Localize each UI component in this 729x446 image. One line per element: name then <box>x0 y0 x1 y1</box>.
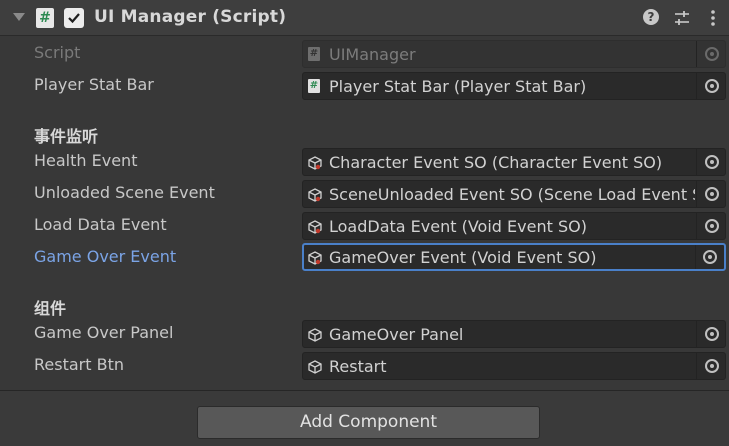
scriptable-object-icon <box>308 187 322 202</box>
target-icon <box>705 219 719 233</box>
fold-arrow-icon[interactable] <box>13 13 25 21</box>
game-over-event-value: GameOver Event (Void Event SO) <box>329 248 597 267</box>
player-stat-bar-label: Player Stat Bar <box>34 75 154 94</box>
object-picker-button <box>696 41 725 67</box>
object-picker-button[interactable] <box>696 321 725 347</box>
checkmark-icon <box>68 13 80 24</box>
unloaded-scene-event-field[interactable]: SceneUnloaded Event SO (Scene Load Event… <box>302 180 726 208</box>
scriptable-object-icon <box>308 219 322 234</box>
object-picker-button[interactable] <box>696 181 725 207</box>
script-field: # UIManager <box>302 40 726 68</box>
object-picker-button[interactable] <box>696 149 725 175</box>
object-picker-button[interactable] <box>696 73 725 99</box>
scriptable-object-icon <box>308 155 322 170</box>
health-event-value: Character Event SO (Character Event SO) <box>329 153 663 172</box>
object-picker-button[interactable] <box>696 213 725 239</box>
unloaded-scene-event-value: SceneUnloaded Event SO (Scene Load Event… <box>329 185 695 204</box>
component-header: # UI Manager (Script) ? <box>0 0 729 36</box>
load-data-event-value: LoadData Event (Void Event SO) <box>329 217 587 236</box>
target-icon <box>705 155 719 169</box>
menu-kebab-icon[interactable] <box>704 9 722 27</box>
player-stat-bar-field[interactable]: # Player Stat Bar (Player Stat Bar) <box>302 72 726 100</box>
object-picker-button[interactable] <box>696 353 725 379</box>
section-header-events: 事件监听 <box>34 127 99 146</box>
enable-checkbox[interactable] <box>64 8 84 28</box>
game-over-panel-label: Game Over Panel <box>34 323 174 342</box>
target-icon <box>705 187 719 201</box>
restart-btn-value: Restart <box>329 357 387 376</box>
preset-icon[interactable] <box>673 9 691 27</box>
script-icon: # <box>36 8 54 28</box>
target-icon <box>703 250 717 264</box>
health-event-label: Health Event <box>34 151 138 170</box>
script-value: UIManager <box>329 45 416 64</box>
component-title: UI Manager (Script) <box>94 7 287 27</box>
game-over-event-label: Game Over Event <box>34 247 177 266</box>
game-over-panel-field[interactable]: GameOver Panel <box>302 320 726 348</box>
target-icon <box>705 47 719 61</box>
script-label: Script <box>34 43 81 62</box>
help-icon[interactable]: ? <box>643 9 661 27</box>
target-icon <box>705 359 719 373</box>
game-over-panel-value: GameOver Panel <box>329 325 464 344</box>
player-stat-bar-value: Player Stat Bar (Player Stat Bar) <box>329 77 587 96</box>
load-data-event-label: Load Data Event <box>34 215 167 234</box>
load-data-event-field[interactable]: LoadData Event (Void Event SO) <box>302 212 726 240</box>
section-header-components: 组件 <box>34 299 67 318</box>
health-event-field[interactable]: Character Event SO (Character Event SO) <box>302 148 726 176</box>
restart-btn-field[interactable]: Restart <box>302 352 726 380</box>
script-icon: # <box>308 47 320 61</box>
scriptable-object-icon <box>308 250 322 265</box>
add-component-button[interactable]: Add Component <box>197 406 540 439</box>
game-over-event-field[interactable]: GameOver Event (Void Event SO) <box>302 243 726 271</box>
target-icon <box>705 327 719 341</box>
gameobject-icon <box>308 327 322 342</box>
unloaded-scene-event-label: Unloaded Scene Event <box>34 183 215 202</box>
object-picker-button[interactable] <box>695 245 724 269</box>
script-icon: # <box>308 79 320 93</box>
target-icon <box>705 79 719 93</box>
gameobject-icon <box>308 359 322 374</box>
restart-btn-label: Restart Btn <box>34 355 124 374</box>
